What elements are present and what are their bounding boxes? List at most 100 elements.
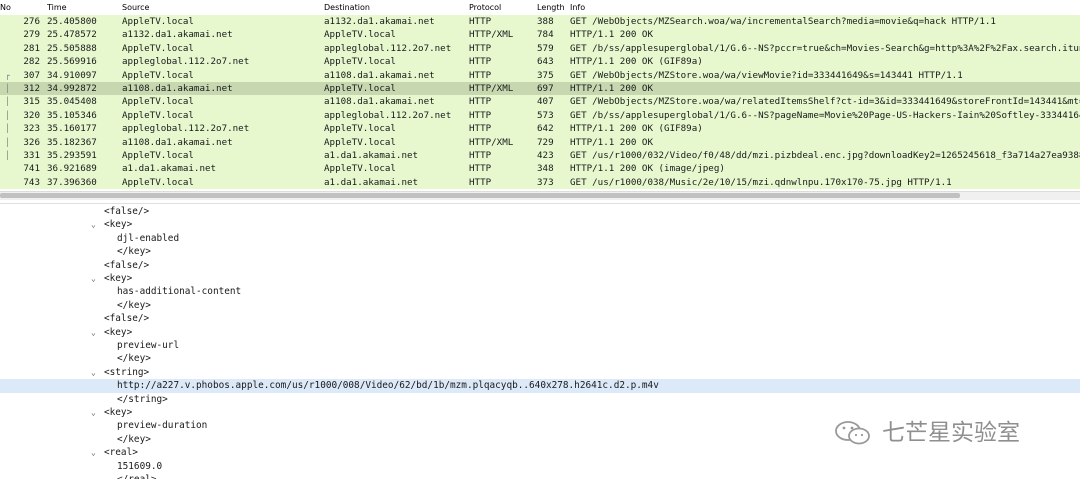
packet-destination: AppleTV.local xyxy=(324,83,396,94)
column-header-length[interactable]: Length xyxy=(537,3,565,12)
packet-protocol: HTTP xyxy=(469,69,492,81)
packet-source: a1132.da1.akamai.net xyxy=(122,29,233,41)
packet-length: 642 xyxy=(537,123,554,135)
packet-row[interactable]: 276 25.405800 AppleTV.local a1132.da1.akama… xyxy=(0,15,1080,29)
detail-line-text: </key> xyxy=(117,299,151,311)
packet-source: AppleTV.local xyxy=(122,109,194,121)
packet-row[interactable]: 279 25.478572 a1132.da1.akamai.net AppleTV.… xyxy=(0,28,1080,42)
pane-divider[interactable] xyxy=(0,203,1080,204)
packet-no: 279 xyxy=(23,29,40,41)
packet-row[interactable]: │ 323 35.160177 appleglobal.112.2o7.net Appl… xyxy=(0,122,1080,136)
packet-list-header: No Time Source Destination Protocol Leng… xyxy=(0,0,1080,16)
column-header-source[interactable]: Source xyxy=(122,3,149,12)
packet-no: 312 xyxy=(23,83,40,94)
detail-line-text: <false/> xyxy=(104,259,150,271)
chevron-down-icon[interactable]: ⌄ xyxy=(91,326,96,339)
packet-time: 25.505888 xyxy=(47,42,97,54)
detail-line-text: http://a227.v.phobos.apple.com/us/r1000/… xyxy=(117,380,659,392)
packet-source: AppleTV.local xyxy=(122,176,194,188)
packet-row[interactable]: │ 331 35.293591 AppleTV.local a1.da1.akamai.… xyxy=(0,149,1080,163)
detail-line[interactable]: has-additional-content xyxy=(0,285,1080,298)
packet-length: 784 xyxy=(537,29,554,41)
packet-length: 573 xyxy=(537,109,554,121)
packet-row[interactable]: 282 25.569916 appleglobal.112.2o7.net Apple… xyxy=(0,55,1080,69)
packet-length: 373 xyxy=(537,176,554,188)
detail-line[interactable]: ⌄ <key> xyxy=(0,272,1080,285)
packet-source: AppleTV.local xyxy=(122,69,194,81)
detail-line[interactable]: preview-url xyxy=(0,339,1080,352)
column-header-info[interactable]: Info xyxy=(570,3,585,12)
detail-line-text: has-additional-content xyxy=(117,286,242,298)
chevron-down-icon[interactable]: ⌄ xyxy=(91,218,96,231)
detail-line-text: <key> xyxy=(104,273,133,284)
detail-line[interactable]: </key> xyxy=(0,299,1080,312)
horizontal-scrollbar[interactable] xyxy=(0,191,1080,200)
packet-length: 579 xyxy=(537,42,554,54)
detail-line[interactable]: ⌄ <real> xyxy=(0,446,1080,459)
packet-info: HTTP/1.1 200 OK xyxy=(570,83,653,94)
detail-line[interactable]: djl-enabled xyxy=(0,232,1080,245)
detail-line[interactable]: ⌄ <key> xyxy=(0,218,1080,231)
packet-source: AppleTV.local xyxy=(122,96,194,108)
detail-line-text: <key> xyxy=(104,326,133,338)
packet-info: GET /us/r1000/032/Video/f0/48/dd/mzi.piz… xyxy=(570,150,1080,161)
packet-time: 35.045408 xyxy=(47,96,97,108)
packet-row[interactable]: 743 37.396360 AppleTV.local a1.da1.akamai.n… xyxy=(0,175,1080,190)
detail-line[interactable]: </key> xyxy=(0,352,1080,365)
detail-line[interactable]: <false/> xyxy=(0,312,1080,325)
packet-destination: a1.da1.akamai.net xyxy=(324,150,419,161)
packet-length: 697 xyxy=(537,83,554,94)
detail-line[interactable]: http://a227.v.phobos.apple.com/us/r1000/… xyxy=(0,379,1080,393)
detail-line[interactable]: </string> xyxy=(0,393,1080,406)
packet-row[interactable]: ┌ 307 34.910097 AppleTV.local a1108.da1.akam… xyxy=(0,68,1080,82)
conversation-marker-icon: │ xyxy=(5,84,10,93)
packet-source: appleglobal.112.2o7.net xyxy=(122,56,250,68)
column-header-no[interactable]: No xyxy=(0,3,11,12)
detail-line[interactable]: ⌄ <key> xyxy=(0,326,1080,339)
chevron-down-icon[interactable]: ⌄ xyxy=(91,366,96,379)
packet-destination: appleglobal.112.2o7.net xyxy=(324,42,452,54)
conversation-marker-icon: │ xyxy=(5,97,10,107)
column-header-time[interactable]: Time xyxy=(47,3,67,12)
packet-protocol: HTTP xyxy=(469,163,492,175)
packet-info: GET /WebObjects/MZStore.woa/wa/relatedIt… xyxy=(570,96,1080,108)
conversation-marker-icon: │ xyxy=(5,151,10,160)
detail-line[interactable]: </key> xyxy=(0,245,1080,258)
detail-line-text: </key> xyxy=(117,246,151,258)
packet-destination: a1108.da1.akamai.net xyxy=(324,69,435,81)
packet-row[interactable]: │ 315 35.045408 AppleTV.local a1108.da1.akam… xyxy=(0,95,1080,109)
detail-line[interactable]: <false/> xyxy=(0,259,1080,272)
packet-info: GET /b/ss/applesuperglobal/1/G.6--NS?pcc… xyxy=(570,42,1080,54)
conversation-marker-icon: ┌ xyxy=(5,70,10,80)
packet-source: AppleTV.local xyxy=(122,150,194,161)
detail-line[interactable]: <false/> xyxy=(0,205,1080,218)
packet-row[interactable]: 281 25.505888 AppleTV.local appleglobal.112… xyxy=(0,41,1080,56)
packet-destination: AppleTV.local xyxy=(324,123,396,135)
detail-line[interactable]: 151609.0 xyxy=(0,460,1080,473)
packet-protocol: HTTP xyxy=(469,176,492,188)
scrollbar-thumb[interactable] xyxy=(0,193,960,198)
packet-info: GET /WebObjects/MZStore.woa/wa/viewMovie… xyxy=(570,69,963,81)
column-header-destination[interactable]: Destination xyxy=(324,3,370,12)
packet-row[interactable]: │ 312 34.992872 a1108.da1.akamai.net AppleTV… xyxy=(0,82,1080,96)
detail-line-text: <false/> xyxy=(104,313,150,325)
detail-line[interactable]: </real> xyxy=(0,473,1080,479)
packet-info: HTTP/1.1 200 OK (GIF89a) xyxy=(570,123,703,135)
packet-time: 34.992872 xyxy=(47,83,97,94)
chevron-down-icon[interactable]: ⌄ xyxy=(91,446,96,459)
packet-row[interactable]: │ 326 35.182367 a1108.da1.akamai.net AppleTV… xyxy=(0,135,1080,149)
detail-line-text: </key> xyxy=(117,353,151,365)
packet-protocol: HTTP xyxy=(469,150,492,161)
column-header-protocol[interactable]: Protocol xyxy=(469,3,501,12)
conversation-marker-icon: │ xyxy=(5,124,10,134)
packet-row[interactable]: 741 36.921689 a1.da1.akamai.net AppleTV.loc… xyxy=(0,162,1080,176)
packet-protocol: HTTP/XML xyxy=(469,29,514,41)
packet-no: 307 xyxy=(23,69,40,81)
packet-length: 423 xyxy=(537,150,554,161)
chevron-down-icon[interactable]: ⌄ xyxy=(91,272,96,285)
chevron-down-icon[interactable]: ⌄ xyxy=(91,406,96,419)
detail-line-text: preview-url xyxy=(117,340,180,351)
detail-line[interactable]: ⌄ <string> xyxy=(0,366,1080,379)
packet-row[interactable]: │ 320 35.105346 AppleTV.local appleglobal.11… xyxy=(0,108,1080,123)
detail-line-text: <string> xyxy=(104,366,150,378)
